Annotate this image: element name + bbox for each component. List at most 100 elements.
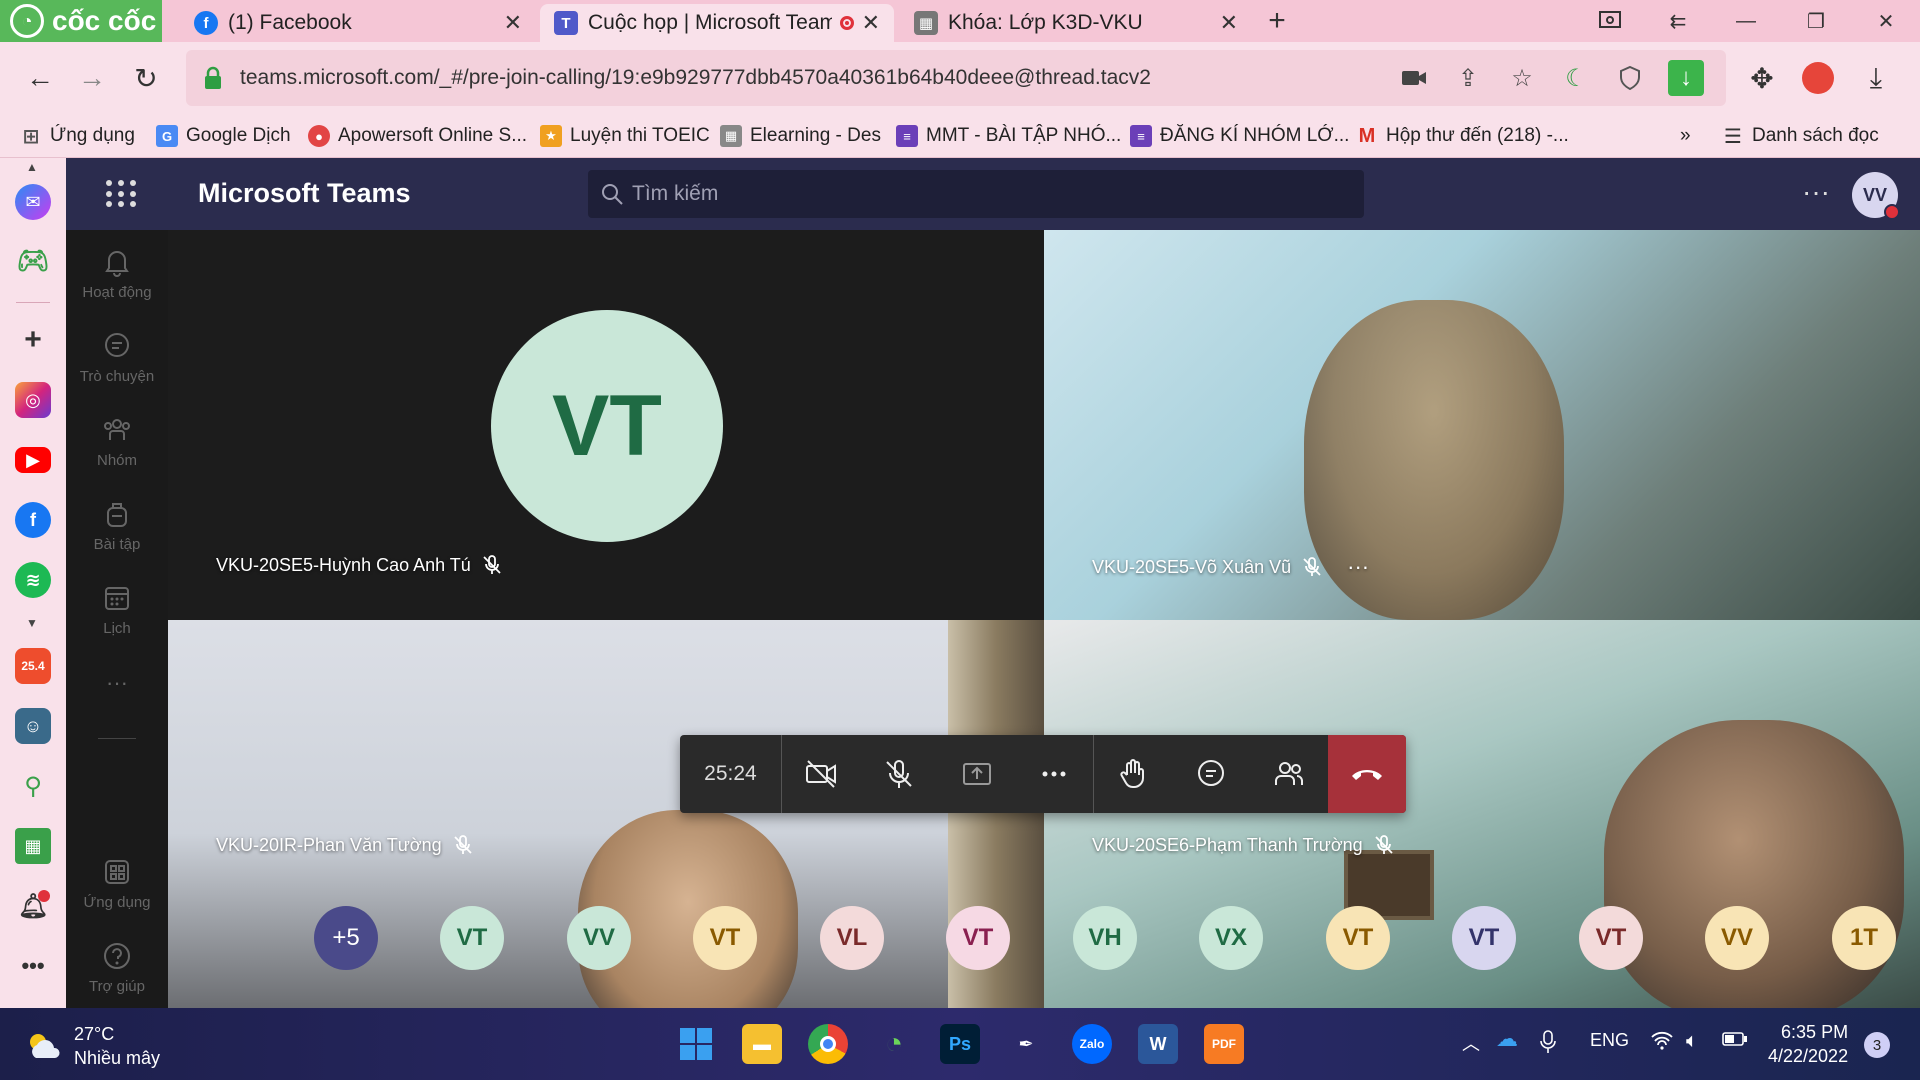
shield-icon[interactable] (1612, 60, 1648, 96)
leave-call-button[interactable] (1328, 735, 1406, 813)
onedrive-icon[interactable]: ☁ (1496, 1026, 1518, 1052)
chat-button[interactable] (1172, 735, 1250, 813)
weather-widget[interactable]: 27°C Nhiều mây (26, 1022, 160, 1070)
close-icon[interactable]: ✕ (1220, 10, 1238, 36)
dark-mode-icon[interactable]: ☾ (1558, 60, 1594, 96)
bookmark-apps[interactable]: ⊞ Ứng dụng (20, 123, 135, 149)
bookmark-google-translate[interactable]: G Google Dịch (156, 123, 291, 149)
messenger-icon[interactable]: ✉ (15, 184, 51, 220)
file-explorer-icon[interactable]: ▬ (742, 1024, 782, 1064)
rail-item-calendar[interactable]: Lịch (66, 582, 168, 660)
new-tab-button[interactable]: + (1252, 0, 1302, 42)
windows-start-icon[interactable] (676, 1024, 716, 1064)
battery-icon[interactable] (1722, 1030, 1748, 1053)
chrome-icon[interactable] (808, 1024, 848, 1064)
avatar-app-icon[interactable]: ☺ (15, 708, 51, 744)
close-window-button[interactable]: ✕ (1856, 0, 1916, 42)
camera-toggle-button[interactable] (782, 735, 860, 813)
youtube-icon[interactable]: ▶ (15, 447, 51, 473)
app-launcher-icon[interactable] (102, 176, 138, 212)
coccoc-map-icon[interactable]: ⚲ (15, 768, 51, 804)
download-extension-icon[interactable]: ↓ (1668, 60, 1704, 96)
volume-icon[interactable]: 🔈︎ (1686, 1030, 1698, 1053)
rail-item-assignments[interactable]: Bài tập (66, 498, 168, 576)
participant-video-tile[interactable]: VKU-20SE5-Võ Xuân Vũ ··· (1044, 230, 1920, 620)
pen-app-icon[interactable]: ✒ (1006, 1024, 1046, 1064)
participant-chip[interactable]: VT (946, 906, 1010, 970)
address-bar[interactable]: teams.microsoft.com/_#/pre-join-calling/… (186, 50, 1726, 106)
game-icon[interactable]: 🎮︎ (15, 242, 51, 278)
close-icon[interactable]: ✕ (504, 10, 522, 36)
participant-chip[interactable]: VL (820, 906, 884, 970)
word-icon[interactable]: W (1138, 1024, 1178, 1064)
search-input[interactable]: Tìm kiếm (588, 170, 1364, 218)
pdf-app-icon[interactable]: PDF (1204, 1024, 1244, 1064)
rail-item-chat[interactable]: Trò chuyện (66, 330, 168, 408)
participant-chip[interactable]: VH (1073, 906, 1137, 970)
bookmark-dang-ki[interactable]: ≡ ĐĂNG KÍ NHÓM LỚ... (1130, 123, 1349, 149)
bookmark-gmail[interactable]: M Hộp thư đến (218) -... (1356, 123, 1569, 149)
participant-chip[interactable]: VT (1579, 906, 1643, 970)
sheets-icon[interactable]: ▦ (15, 828, 51, 864)
more-icon[interactable]: ••• (15, 948, 51, 984)
rail-item-teams[interactable]: Nhóm (66, 414, 168, 492)
coccoc-taskbar-icon[interactable]: ◔ (874, 1024, 914, 1064)
scroll-down-icon[interactable]: ▼ (26, 616, 38, 630)
microphone-icon[interactable] (1540, 1030, 1556, 1059)
tab-elearning[interactable]: ▦ Khóa: Lớp K3D-VKU ✕ (900, 4, 1252, 42)
show-hidden-icons-icon[interactable]: ︿ (1462, 1030, 1480, 1056)
participant-chip[interactable]: VT (693, 906, 757, 970)
star-icon[interactable]: ☆ (1504, 60, 1540, 96)
reload-button[interactable]: ↻ (126, 58, 166, 98)
more-actions-button[interactable] (1016, 735, 1094, 813)
participant-chip[interactable]: VV (567, 906, 631, 970)
screenshot-icon[interactable] (1580, 0, 1640, 42)
raise-hand-button[interactable] (1094, 735, 1172, 813)
tile-more-icon[interactable]: ··· (1347, 554, 1369, 580)
wifi-icon[interactable] (1650, 1030, 1674, 1055)
bookmarks-overflow-button[interactable]: » (1680, 123, 1691, 149)
notification-badge[interactable]: 3 (1864, 1032, 1890, 1058)
rail-more-icon[interactable]: ··· (66, 670, 168, 748)
photoshop-icon[interactable]: Ps (940, 1024, 980, 1064)
downloads-icon[interactable]: ⤓ (1856, 58, 1896, 98)
rail-item-help[interactable]: Trợ giúp (66, 940, 168, 1018)
participant-chip[interactable]: VT (1326, 906, 1390, 970)
spotify-icon[interactable]: ≋ (15, 562, 51, 598)
share-screen-button[interactable] (938, 735, 1016, 813)
user-avatar[interactable]: VV (1852, 172, 1900, 220)
minimize-button[interactable]: — (1716, 0, 1776, 42)
participant-tile[interactable]: VT VKU-20SE5-Huỳnh Cao Anh Tú (168, 230, 1044, 620)
mic-toggle-button[interactable] (860, 735, 938, 813)
forward-button[interactable]: → (72, 58, 112, 98)
more-options-icon[interactable]: ··· (1802, 176, 1830, 208)
restore-button[interactable]: ❐ (1786, 0, 1846, 42)
rail-item-apps[interactable]: Ứng dụng (66, 856, 168, 934)
participant-chip[interactable]: VT (440, 906, 504, 970)
bookmark-toeic[interactable]: ★ Luyện thi TOEIC (540, 123, 710, 149)
instagram-icon[interactable]: ◎ (15, 382, 51, 418)
close-icon[interactable]: ✕ (862, 10, 880, 36)
facebook-icon[interactable]: f (15, 502, 51, 538)
more-participants-button[interactable]: +5 (314, 906, 378, 970)
bookmark-elearning[interactable]: ▦ Elearning - Des (720, 123, 881, 149)
tab-facebook[interactable]: f (1) Facebook ✕ (180, 4, 536, 42)
reading-list-button[interactable]: ☰ Danh sách đọc (1722, 123, 1879, 149)
add-app-icon[interactable]: + (15, 322, 51, 358)
share-icon[interactable]: ⇪ (1450, 60, 1486, 96)
zalo-icon[interactable]: Zalo (1072, 1024, 1112, 1064)
participant-chip[interactable]: VT (1452, 906, 1516, 970)
tab-teams-meeting[interactable]: T Cuộc họp | Microsoft Teams ✕ (540, 4, 894, 42)
rail-item-activity[interactable]: Hoạt động (66, 246, 168, 324)
extensions-icon[interactable]: ✥ (1742, 58, 1782, 98)
participants-button[interactable] (1250, 735, 1328, 813)
profile-avatar[interactable] (1798, 58, 1838, 98)
bookmark-apowersoft[interactable]: ● Apowersoft Online S... (308, 123, 527, 149)
tab-history-icon[interactable]: ⇇ (1648, 0, 1708, 42)
back-button[interactable]: ← (20, 58, 60, 98)
participant-chip[interactable]: VX (1199, 906, 1263, 970)
participant-chip[interactable]: VV (1705, 906, 1769, 970)
bookmark-mmt[interactable]: ≡ MMT - BÀI TẬP NHÓ... (896, 123, 1121, 149)
camera-icon[interactable] (1396, 60, 1432, 96)
shopee-icon[interactable]: 25.4 (15, 648, 51, 684)
